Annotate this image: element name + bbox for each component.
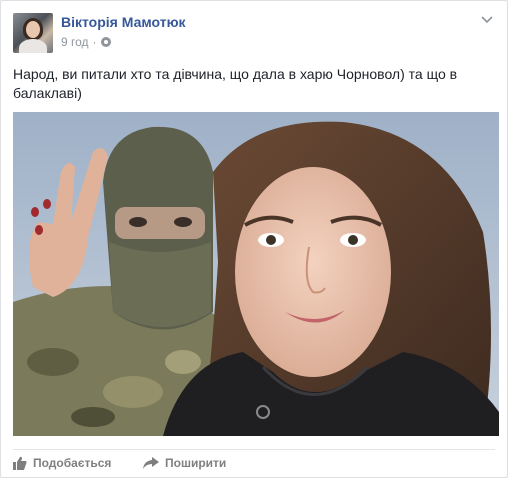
globe-icon[interactable] bbox=[100, 37, 111, 47]
share-button[interactable]: Поширити bbox=[143, 456, 226, 470]
thumbs-up-icon bbox=[13, 456, 27, 470]
like-button[interactable]: Подобається bbox=[13, 456, 111, 470]
share-arrow-icon bbox=[143, 457, 159, 469]
post-timestamp[interactable]: 9 год bbox=[61, 35, 89, 49]
author-avatar[interactable] bbox=[13, 13, 53, 53]
selfie-photo bbox=[13, 112, 499, 436]
like-label: Подобається bbox=[33, 456, 112, 470]
meta-separator: · bbox=[92, 35, 97, 49]
post-header: Вікторія Мамотюк 9 год · bbox=[13, 13, 495, 53]
post-card: Вікторія Мамотюк 9 год · Народ, ви питал… bbox=[0, 0, 508, 478]
post-actions: Подобається Поширити bbox=[13, 449, 495, 473]
post-text: Народ, ви питали хто та дівчина, що дала… bbox=[13, 66, 458, 101]
chevron-down-icon[interactable] bbox=[479, 13, 495, 27]
post-meta: 9 год · bbox=[61, 35, 111, 49]
author-name[interactable]: Вікторія Мамотюк bbox=[61, 14, 186, 30]
post-photo[interactable] bbox=[13, 112, 499, 436]
share-label: Поширити bbox=[165, 456, 227, 470]
